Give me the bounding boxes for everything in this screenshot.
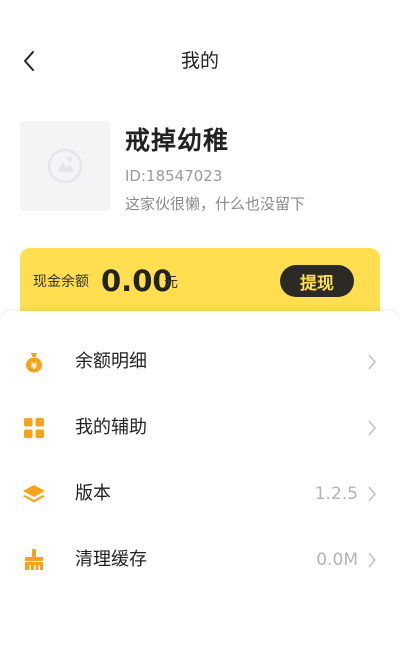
wallet-balance-label: 现金余额 (33, 274, 89, 290)
broom-icon (22, 548, 46, 572)
menu-label: 余额明细 (75, 351, 147, 372)
wallet-balance-amount: 0.00 (101, 264, 173, 298)
grid-apps-icon (22, 416, 46, 440)
default-avatar-icon (47, 148, 83, 184)
user-signature: 这家伙很懒，什么也没留下 (125, 195, 306, 213)
menu-item-clear-cache[interactable]: 清理缓存 0.0M (0, 535, 400, 585)
menu-label: 清理缓存 (75, 549, 147, 570)
menu-list: ¥ 余额明细 我的辅助 版本 1.2.5 清理缓存 0.0M (0, 311, 400, 661)
wallet-currency-unit: 元 (164, 275, 178, 291)
cache-size-value: 0.0M (316, 550, 358, 570)
profile-section: 戒掉幼稚 ID:18547023 这家伙很懒，什么也没留下 (20, 121, 380, 213)
menu-label: 版本 (75, 483, 111, 504)
user-id: ID:18547023 (125, 167, 223, 185)
wallet-card: 现金余额 0.00 元 提现 (20, 248, 380, 312)
menu-item-balance-detail[interactable]: ¥ 余额明细 (0, 337, 400, 387)
menu-label: 我的辅助 (75, 417, 147, 438)
version-value: 1.2.5 (314, 484, 358, 504)
avatar[interactable] (20, 121, 110, 211)
withdraw-button[interactable]: 提现 (280, 265, 354, 297)
chevron-right-icon (366, 550, 378, 570)
chevron-right-icon (366, 484, 378, 504)
menu-item-version[interactable]: 版本 1.2.5 (0, 469, 400, 519)
chevron-right-icon (366, 352, 378, 372)
svg-text:¥: ¥ (31, 362, 38, 372)
menu-item-my-assist[interactable]: 我的辅助 (0, 403, 400, 453)
money-bag-icon: ¥ (22, 350, 46, 374)
header-bar: 我的 (0, 0, 400, 120)
chevron-right-icon (366, 418, 378, 438)
user-nickname: 戒掉幼稚 (125, 126, 230, 155)
layers-icon (22, 482, 46, 506)
page-title: 我的 (180, 50, 219, 72)
